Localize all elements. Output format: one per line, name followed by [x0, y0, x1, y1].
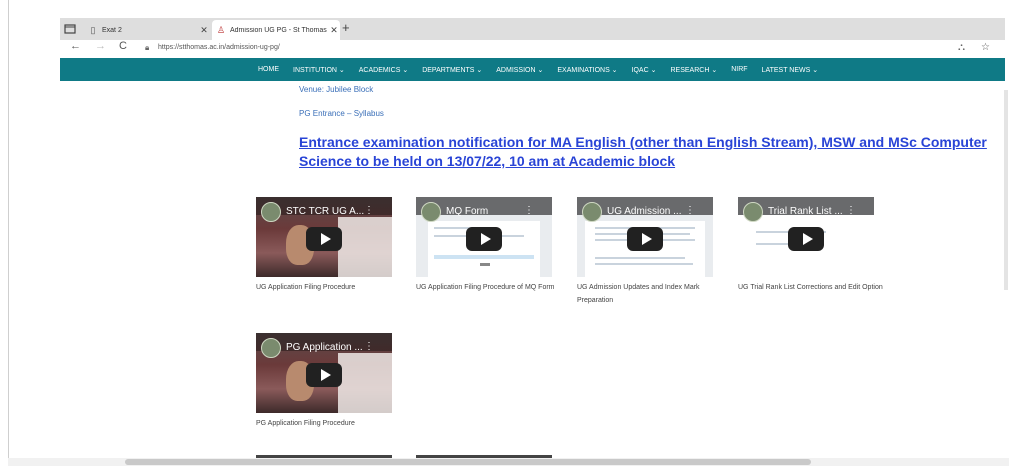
nav-admission[interactable]: ADMISSION ⌄ — [496, 66, 543, 74]
video-thumbnail[interactable]: UG Admission ... ⋮ — [577, 197, 713, 277]
doc-line — [595, 263, 693, 265]
pg-entrance-syllabus-link[interactable]: PG Entrance – Syllabus — [299, 109, 384, 118]
play-button-icon[interactable] — [466, 227, 502, 251]
more-options-icon[interactable]: ⋮ — [364, 205, 374, 216]
site-nav-items: HOME INSTITUTION ⌄ ACADEMICS ⌄ DEPARTMEN… — [258, 58, 832, 81]
nav-research[interactable]: RESEARCH ⌄ — [670, 66, 717, 74]
play-button-icon[interactable] — [788, 227, 824, 251]
more-options-icon[interactable]: ⋮ — [364, 341, 374, 352]
video-caption: UG Trial Rank List Corrections and Edit … — [738, 284, 883, 291]
video-caption: PG Application Filing Procedure — [256, 420, 355, 427]
channel-avatar — [582, 202, 602, 222]
video-thumbnail[interactable]: STC TCR UG A... ⋮ — [256, 197, 392, 277]
more-options-icon[interactable]: ⋮ — [846, 205, 856, 216]
new-tab-button[interactable]: + — [342, 20, 350, 35]
channel-avatar — [261, 338, 281, 358]
nav-academics[interactable]: ACADEMICS ⌄ — [359, 66, 408, 74]
channel-avatar — [421, 202, 441, 222]
more-options-icon[interactable]: ⋮ — [685, 205, 695, 216]
site-favicon-icon: ♙ — [216, 24, 226, 35]
form-bar — [434, 255, 534, 259]
form-button — [480, 263, 490, 266]
channel-avatar — [743, 202, 763, 222]
video-caption: UG Application Filing Procedure of MQ Fo… — [416, 284, 555, 291]
nav-iqac[interactable]: IQAC ⌄ — [632, 66, 657, 74]
tab-label: Exat 2 — [102, 26, 122, 34]
forward-button[interactable]: → — [95, 40, 106, 52]
reload-button[interactable]: C — [119, 40, 127, 52]
vertical-scrollbar[interactable] — [1004, 90, 1008, 290]
url-field[interactable]: https://stthomas.ac.in/admission-ug-pg/ — [158, 44, 280, 51]
favorite-star-icon[interactable]: ☆ — [981, 42, 990, 53]
entrance-notification-link[interactable]: Entrance examination notification for MA… — [299, 133, 999, 171]
tab-exat2[interactable]: ▯ Exat 2 ✕ — [84, 20, 210, 40]
video-title: UG Admission ... — [607, 206, 682, 217]
video-thumbnail[interactable]: PG Application ... ⋮ — [256, 333, 392, 413]
close-icon[interactable]: ✕ — [198, 25, 210, 36]
video-thumbnail[interactable]: MQ Form ⋮ — [416, 197, 552, 277]
video-title: STC TCR UG A... — [286, 206, 365, 217]
poster-panel — [338, 353, 392, 413]
tab-label: Admission UG PG - St Thomas C — [230, 26, 328, 34]
page-icon: ▯ — [90, 24, 96, 35]
nav-nirf[interactable]: NIRF — [731, 66, 747, 73]
nav-latest-news[interactable]: LATEST NEWS ⌄ — [762, 66, 819, 74]
video-caption: UG Application Filing Procedure — [256, 284, 356, 291]
doc-line — [595, 257, 685, 259]
window-menu-icon[interactable] — [62, 21, 78, 37]
back-button[interactable]: ← — [70, 40, 81, 52]
close-icon[interactable]: ✕ — [328, 25, 340, 36]
play-button-icon[interactable] — [627, 227, 663, 251]
poster-panel — [338, 217, 392, 277]
more-options-icon[interactable]: ⋮ — [524, 205, 534, 216]
horizontal-scrollbar-thumb[interactable] — [125, 459, 811, 465]
nav-home[interactable]: HOME — [258, 66, 279, 73]
play-button-icon[interactable] — [306, 363, 342, 387]
venue-text: Venue: Jubilee Block — [299, 85, 374, 94]
channel-avatar — [261, 202, 281, 222]
video-title: MQ Form — [446, 206, 489, 217]
window-border — [8, 0, 9, 466]
nav-examinations[interactable]: EXAMINATIONS ⌄ — [557, 66, 617, 74]
video-title: PG Application ... — [286, 342, 363, 353]
nav-institution[interactable]: INSTITUTION ⌄ — [293, 66, 345, 74]
play-button-icon[interactable] — [306, 227, 342, 251]
reading-mode-icon[interactable]: ⛬ — [958, 42, 965, 53]
video-caption: UG Admission Updates and Index Mark Prep… — [577, 284, 700, 304]
video-title: Trial Rank List ... — [768, 206, 843, 217]
lock-icon[interactable]: 🔒︎ — [145, 43, 149, 53]
tab-admission[interactable]: ♙ Admission UG PG - St Thomas C ✕ — [212, 20, 340, 40]
video-thumbnail[interactable]: Trial Rank List ... ⋮ — [738, 197, 874, 277]
nav-departments[interactable]: DEPARTMENTS ⌄ — [422, 66, 482, 74]
